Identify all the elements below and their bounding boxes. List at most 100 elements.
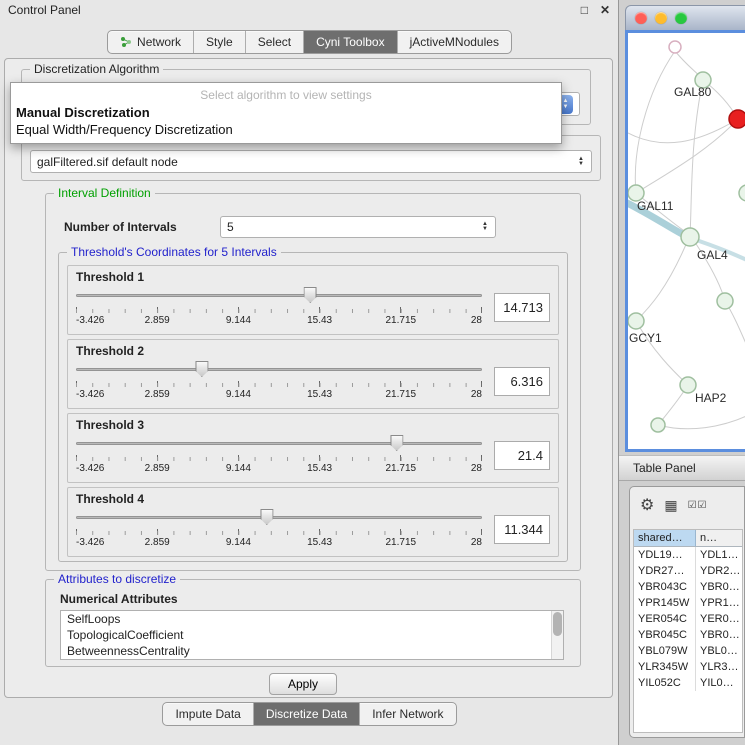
network-node[interactable]: [669, 41, 681, 53]
tab-impute-data[interactable]: Impute Data: [163, 703, 252, 725]
list-item[interactable]: TopologicalCoefficient: [61, 627, 563, 643]
table-cell[interactable]: YBR0…: [696, 627, 742, 643]
slider-track[interactable]: [76, 516, 482, 519]
network-nodes: [628, 41, 745, 432]
network-node[interactable]: [739, 185, 745, 201]
list-scrollbar-thumb[interactable]: [553, 612, 562, 636]
threshold-coordinates-title: Threshold's Coordinates for 5 Intervals: [67, 245, 281, 259]
close-traffic-light-button[interactable]: [635, 12, 647, 24]
network-window-titlebar[interactable]: [625, 5, 745, 30]
threshold-2-value-field[interactable]: 6.316: [494, 367, 550, 396]
network-node[interactable]: [628, 313, 644, 329]
table-cell[interactable]: YPR1…: [696, 595, 742, 611]
slider-thumb[interactable]: [195, 361, 208, 377]
tick-label: 15.43: [307, 537, 332, 548]
table-cell[interactable]: YER054C: [634, 611, 696, 627]
table-cell[interactable]: YBL0…: [696, 643, 742, 659]
slider-thumb[interactable]: [304, 287, 317, 303]
slider-thumb[interactable]: [260, 509, 273, 525]
table-cell[interactable]: YBR045C: [634, 627, 696, 643]
column-header-name[interactable]: n…: [696, 530, 742, 547]
table-row[interactable]: YIL052CYIL0…: [634, 675, 742, 691]
slider-thumb[interactable]: [390, 435, 403, 451]
network-node[interactable]: [717, 293, 733, 309]
table-cell[interactable]: YER0…: [696, 611, 742, 627]
node-label-gcy1[interactable]: GCY1: [629, 331, 662, 345]
threshold-1-value-field[interactable]: 14.713: [494, 293, 550, 322]
apply-button[interactable]: Apply: [269, 673, 337, 695]
table-row[interactable]: YPR145WYPR1…: [634, 595, 742, 611]
table-cell[interactable]: YDL19…: [634, 547, 696, 563]
table-data-combo[interactable]: galFiltered.sif default node ▲▼: [30, 150, 592, 173]
table-cell[interactable]: YDR27…: [634, 563, 696, 579]
table-row[interactable]: YBL079WYBL0…: [634, 643, 742, 659]
selected-network-node[interactable]: [729, 110, 745, 128]
network-canvas[interactable]: GAL80 GAL11 GAL4 GCY1 HAP2: [625, 30, 745, 452]
network-node[interactable]: [680, 377, 696, 393]
table-row[interactable]: YDL19…YDL1…: [634, 547, 742, 563]
node-label-hap2[interactable]: HAP2: [695, 391, 726, 405]
zoom-traffic-light-button[interactable]: [675, 12, 687, 24]
node-label-gal4[interactable]: GAL4: [697, 248, 728, 262]
network-node[interactable]: [651, 418, 665, 432]
minimize-traffic-light-button[interactable]: [655, 12, 667, 24]
tick-label: 21.715: [386, 389, 417, 400]
list-item[interactable]: SelfLoops: [61, 611, 563, 627]
list-scrollbar[interactable]: [551, 611, 563, 659]
table-cell[interactable]: YDR2…: [696, 563, 742, 579]
table-cell[interactable]: YPR145W: [634, 595, 696, 611]
tab-select[interactable]: Select: [245, 31, 303, 53]
tab-cyni-toolbox[interactable]: Cyni Toolbox: [303, 31, 396, 53]
node-label-gal11[interactable]: GAL11: [637, 199, 673, 213]
threshold-4-slider[interactable]: -3.426 2.859 9.144 15.43 21.715 28: [76, 507, 482, 551]
algorithm-dropdown-popup: Select algorithm to view settings Manual…: [10, 82, 562, 144]
threshold-1-slider[interactable]: -3.426 2.859 9.144 15.43 21.715 28: [76, 285, 482, 329]
table-row[interactable]: YBR045CYBR0…: [634, 627, 742, 643]
tab-style[interactable]: Style: [193, 31, 245, 53]
table-cell[interactable]: YBR043C: [634, 579, 696, 595]
tab-discretize-data[interactable]: Discretize Data: [253, 703, 359, 725]
threshold-2-slider[interactable]: -3.426 2.859 9.144 15.43 21.715 28: [76, 359, 482, 403]
node-label-gal80[interactable]: GAL80: [674, 85, 711, 99]
table-row[interactable]: YER054CYER0…: [634, 611, 742, 627]
slider-track[interactable]: [76, 294, 482, 297]
float-window-icon[interactable]: □: [581, 3, 588, 17]
slider-track[interactable]: [76, 368, 482, 371]
table-cell[interactable]: YIL052C: [634, 675, 696, 691]
popup-item-manual-discretization[interactable]: Manual Discretization: [11, 104, 561, 121]
network-node[interactable]: [681, 228, 699, 246]
popup-item-equal-width-frequency[interactable]: Equal Width/Frequency Discretization: [11, 121, 561, 138]
table-cell[interactable]: YBL079W: [634, 643, 696, 659]
column-header-shared-name[interactable]: shared…: [634, 530, 696, 547]
select-columns-icon[interactable]: ☑☑: [688, 500, 708, 511]
tab-network[interactable]: Network: [108, 31, 193, 53]
tick-label: 15.43: [307, 463, 332, 474]
tab-network-label: Network: [137, 35, 181, 49]
threshold-3-value-field[interactable]: 21.4: [494, 441, 550, 470]
tab-jactivemnodules[interactable]: jActiveMNodules: [397, 31, 511, 53]
threshold-coordinates-group: Threshold's Coordinates for 5 Intervals …: [58, 252, 568, 562]
close-window-icon[interactable]: ✕: [600, 3, 610, 17]
columns-icon[interactable]: ▦: [664, 497, 677, 514]
tick-label: -3.426: [76, 315, 104, 326]
tab-infer-network[interactable]: Infer Network: [359, 703, 455, 725]
threshold-3-slider[interactable]: -3.426 2.859 9.144 15.43 21.715 28: [76, 433, 482, 477]
table-cell[interactable]: YDL1…: [696, 547, 742, 563]
slider-track[interactable]: [76, 442, 482, 445]
number-of-intervals-stepper-icon[interactable]: ▲▼: [481, 222, 489, 232]
number-of-intervals-combo[interactable]: 5 ▲▼: [220, 216, 496, 238]
table-data-combo-stepper-icon[interactable]: ▲▼: [577, 157, 585, 167]
table-cell[interactable]: YIL0…: [696, 675, 742, 691]
table-row[interactable]: YDR27…YDR2…: [634, 563, 742, 579]
algorithm-group-title: Discretization Algorithm: [30, 62, 163, 76]
table-cell[interactable]: YBR0…: [696, 579, 742, 595]
tick-label: 15.43: [307, 315, 332, 326]
threshold-4-value-field[interactable]: 11.344: [494, 515, 550, 544]
table-cell[interactable]: YLR345W: [634, 659, 696, 675]
gear-icon[interactable]: ⚙: [640, 495, 654, 515]
table-row[interactable]: YLR345WYLR3…: [634, 659, 742, 675]
table-data-combo-value: galFiltered.sif default node: [37, 155, 577, 169]
table-row[interactable]: YBR043CYBR0…: [634, 579, 742, 595]
list-item[interactable]: BetweennessCentrality: [61, 643, 563, 659]
table-cell[interactable]: YLR3…: [696, 659, 742, 675]
